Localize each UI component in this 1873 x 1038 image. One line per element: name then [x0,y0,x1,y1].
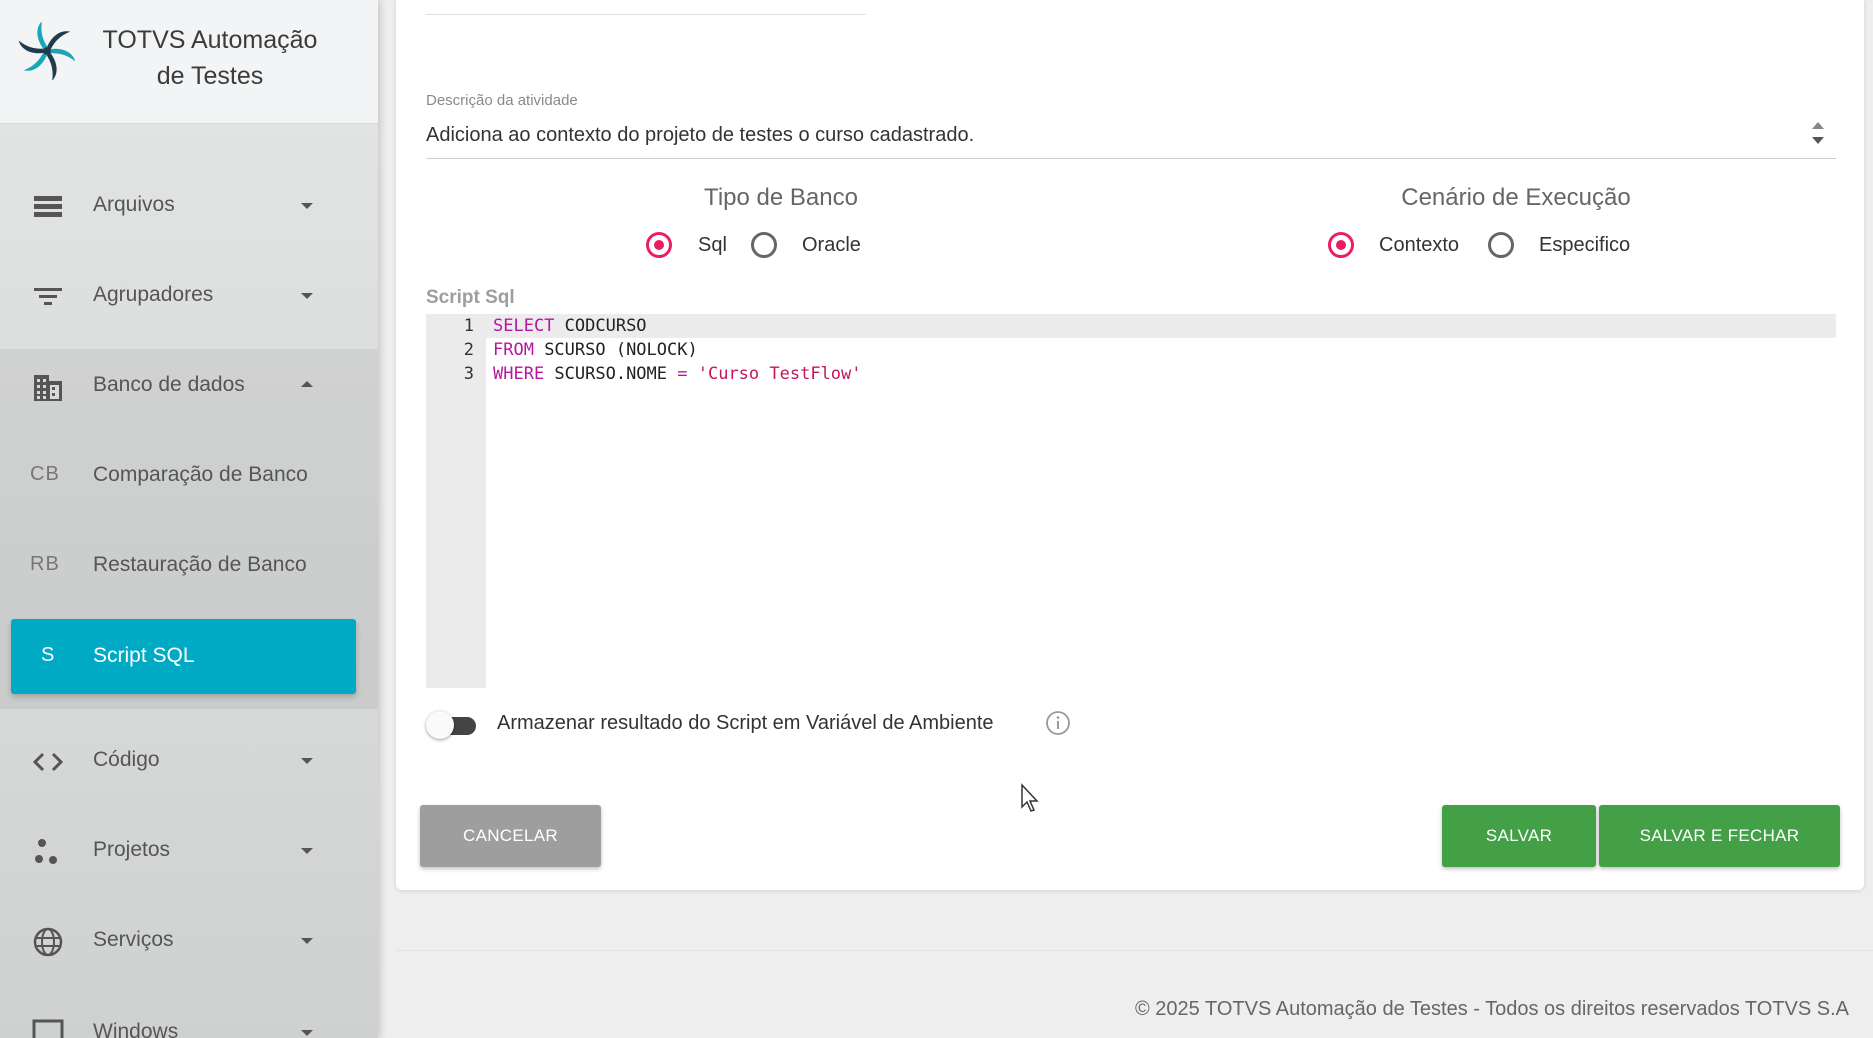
radio-oracle[interactable] [751,232,777,258]
window-icon [32,1019,64,1038]
radio-contexto-label[interactable]: Contexto [1379,234,1459,257]
activity-form-card: Descrição da atividade Adiciona ao conte… [396,0,1864,890]
sidebar-item-label: Banco de dados [93,373,245,396]
radio-sql-label[interactable]: Sql [698,234,727,257]
chevron-down-icon [301,1030,313,1036]
sidebar-item-abbr: CB [30,463,60,485]
brand-header: TOTVS Automação de Testes [0,0,378,124]
chevron-down-icon [301,938,313,944]
list-icon [34,196,62,217]
filter-icon [34,288,62,305]
field-underline [426,14,866,15]
field-underline [426,158,1836,159]
description-label: Descrição da atividade [426,92,578,109]
sidebar-item-label: Restauração de Banco [93,553,307,576]
chevron-down-icon [301,758,313,764]
info-icon[interactable] [1045,710,1071,736]
sidebar-item-label: Arquivos [93,193,175,216]
radio-sql[interactable] [646,232,672,258]
radio-especifico[interactable] [1488,232,1514,258]
dots-icon [35,839,57,864]
sidebar-item-label: Agrupadores [93,283,214,306]
chevron-up-icon [301,381,313,387]
sql-code-editor[interactable]: 1 SELECT CODCURSO 2 FROM SCURSO (NOLOCK)… [426,314,1836,688]
scenario-title: Cenário de Execução [1401,184,1631,211]
sidebar-item-restauracao-de-banco[interactable]: RB Restauração de Banco [0,521,378,611]
save-button[interactable]: SALVAR [1442,805,1596,867]
building-icon [34,375,62,401]
sidebar-item-banco-de-dados[interactable]: Banco de dados [0,341,378,431]
sidebar-item-servicos[interactable]: Serviços [0,896,378,986]
code-line: WHERE SCURSO.NOME = 'Curso TestFlow' [493,364,862,384]
arrow-up-icon [1812,122,1824,129]
arrow-down-icon [1812,137,1824,144]
description-input[interactable]: Adiciona ao contexto do projeto de teste… [426,124,974,147]
sidebar-item-label: Serviços [93,928,174,951]
line-number: 3 [463,364,474,384]
footer-divider [396,950,1873,951]
sidebar-item-projetos[interactable]: Projetos [0,806,378,896]
description-resize-spinner[interactable] [1809,120,1827,150]
sidebar-item-arquivos[interactable]: Arquivos [0,161,378,251]
sidebar-item-windows[interactable]: Windows [0,996,378,1038]
radio-contexto[interactable] [1328,232,1354,258]
save-and-close-button[interactable]: SALVAR E FECHAR [1599,805,1840,867]
globe-icon [33,927,63,957]
code-icon [32,752,64,772]
sidebar-item-label: Código [93,748,160,771]
editor-active-line [486,314,1836,338]
sidebar-item-label: Script SQL [93,644,195,667]
script-label: Script Sql [426,287,515,308]
sidebar-item-agrupadores[interactable]: Agrupadores [0,251,378,341]
code-line: SELECT CODCURSO [493,316,647,336]
db-type-title: Tipo de Banco [704,184,858,211]
cancel-button[interactable]: CANCELAR [420,805,601,867]
chevron-down-icon [301,293,313,299]
sidebar-item-codigo[interactable]: Código [0,716,378,806]
radio-oracle-label[interactable]: Oracle [802,234,861,257]
line-number: 2 [463,340,474,360]
footer-copyright: © 2025 TOTVS Automação de Testes - Todos… [1135,998,1849,1020]
code-line: FROM SCURSO (NOLOCK) [493,340,698,360]
sidebar-item-label: Windows [93,1020,179,1038]
store-result-toggle[interactable] [426,710,478,740]
sidebar-item-abbr: S [41,644,55,666]
sidebar-item-label: Comparação de Banco [93,463,308,486]
toggle-knob [426,711,454,739]
line-number: 1 [463,316,474,336]
radio-especifico-label[interactable]: Especifico [1539,234,1630,257]
sidebar-item-comparacao-de-banco[interactable]: CB Comparação de Banco [0,431,378,521]
mouse-pointer-icon [1021,783,1039,812]
app-title: TOTVS Automação de Testes [102,26,318,90]
sidebar-item-abbr: RB [30,553,60,575]
chevron-down-icon [301,203,313,209]
totvs-logo-icon [18,22,76,80]
chevron-down-icon [301,848,313,854]
sidebar: TOTVS Automação de Testes Arquivos Agrup… [0,0,378,1038]
store-result-label: Armazenar resultado do Script em Variáve… [497,712,994,734]
sidebar-item-script-sql[interactable]: S Script SQL [11,619,356,694]
sidebar-item-label: Projetos [93,838,171,861]
